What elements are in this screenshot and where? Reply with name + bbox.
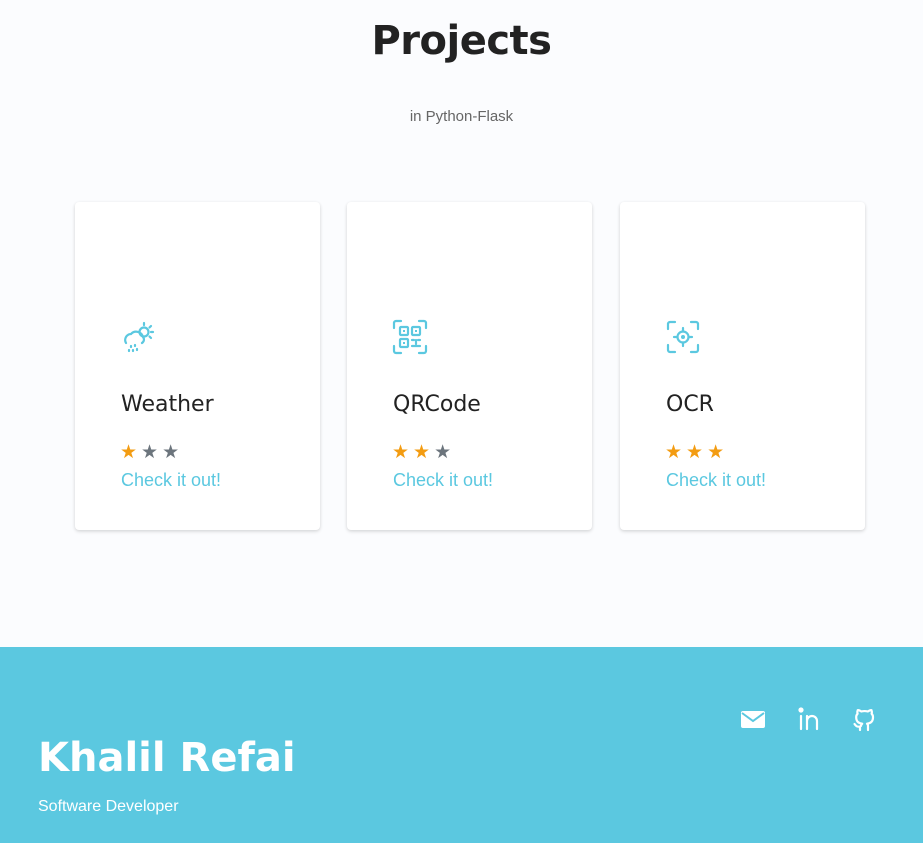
scan-focus-icon: [665, 319, 701, 355]
star-empty-icon: ★: [434, 442, 452, 463]
star-rating: ★ ★ ★: [120, 443, 179, 463]
check-it-out-link[interactable]: Check it out!: [666, 470, 766, 491]
star-rating: ★ ★ ★: [665, 443, 724, 463]
star-empty-icon: ★: [141, 442, 159, 463]
star-filled-icon: ★: [120, 442, 138, 463]
check-it-out-link[interactable]: Check it out!: [121, 470, 221, 491]
mail-icon[interactable]: [739, 705, 767, 733]
linkedin-icon[interactable]: [795, 705, 823, 733]
qr-code-icon: [392, 319, 428, 355]
star-filled-icon: ★: [392, 442, 410, 463]
star-filled-icon: ★: [665, 442, 683, 463]
page-subtitle: in Python-Flask: [409, 108, 514, 125]
star-rating: ★ ★ ★: [392, 443, 451, 463]
footer-name: Khalil Refai: [38, 735, 296, 781]
page-title: Projects: [371, 18, 552, 64]
footer: Khalil Refai Software Developer: [0, 647, 923, 843]
star-filled-icon: ★: [686, 442, 704, 463]
star-empty-icon: ★: [162, 442, 180, 463]
footer-role: Software Developer: [38, 798, 179, 815]
project-name: OCR: [666, 392, 714, 417]
star-filled-icon: ★: [707, 442, 725, 463]
project-name: QRCode: [393, 392, 481, 417]
project-card-weather: Weather ★ ★ ★ Check it out!: [75, 202, 320, 530]
star-filled-icon: ★: [413, 442, 431, 463]
weather-sun-rain-icon: [120, 319, 156, 355]
project-card-ocr: OCR ★ ★ ★ Check it out!: [620, 202, 865, 530]
project-card-qrcode: QRCode ★ ★ ★ Check it out!: [347, 202, 592, 530]
project-name: Weather: [121, 392, 214, 417]
github-icon[interactable]: [850, 705, 878, 733]
check-it-out-link[interactable]: Check it out!: [393, 470, 493, 491]
